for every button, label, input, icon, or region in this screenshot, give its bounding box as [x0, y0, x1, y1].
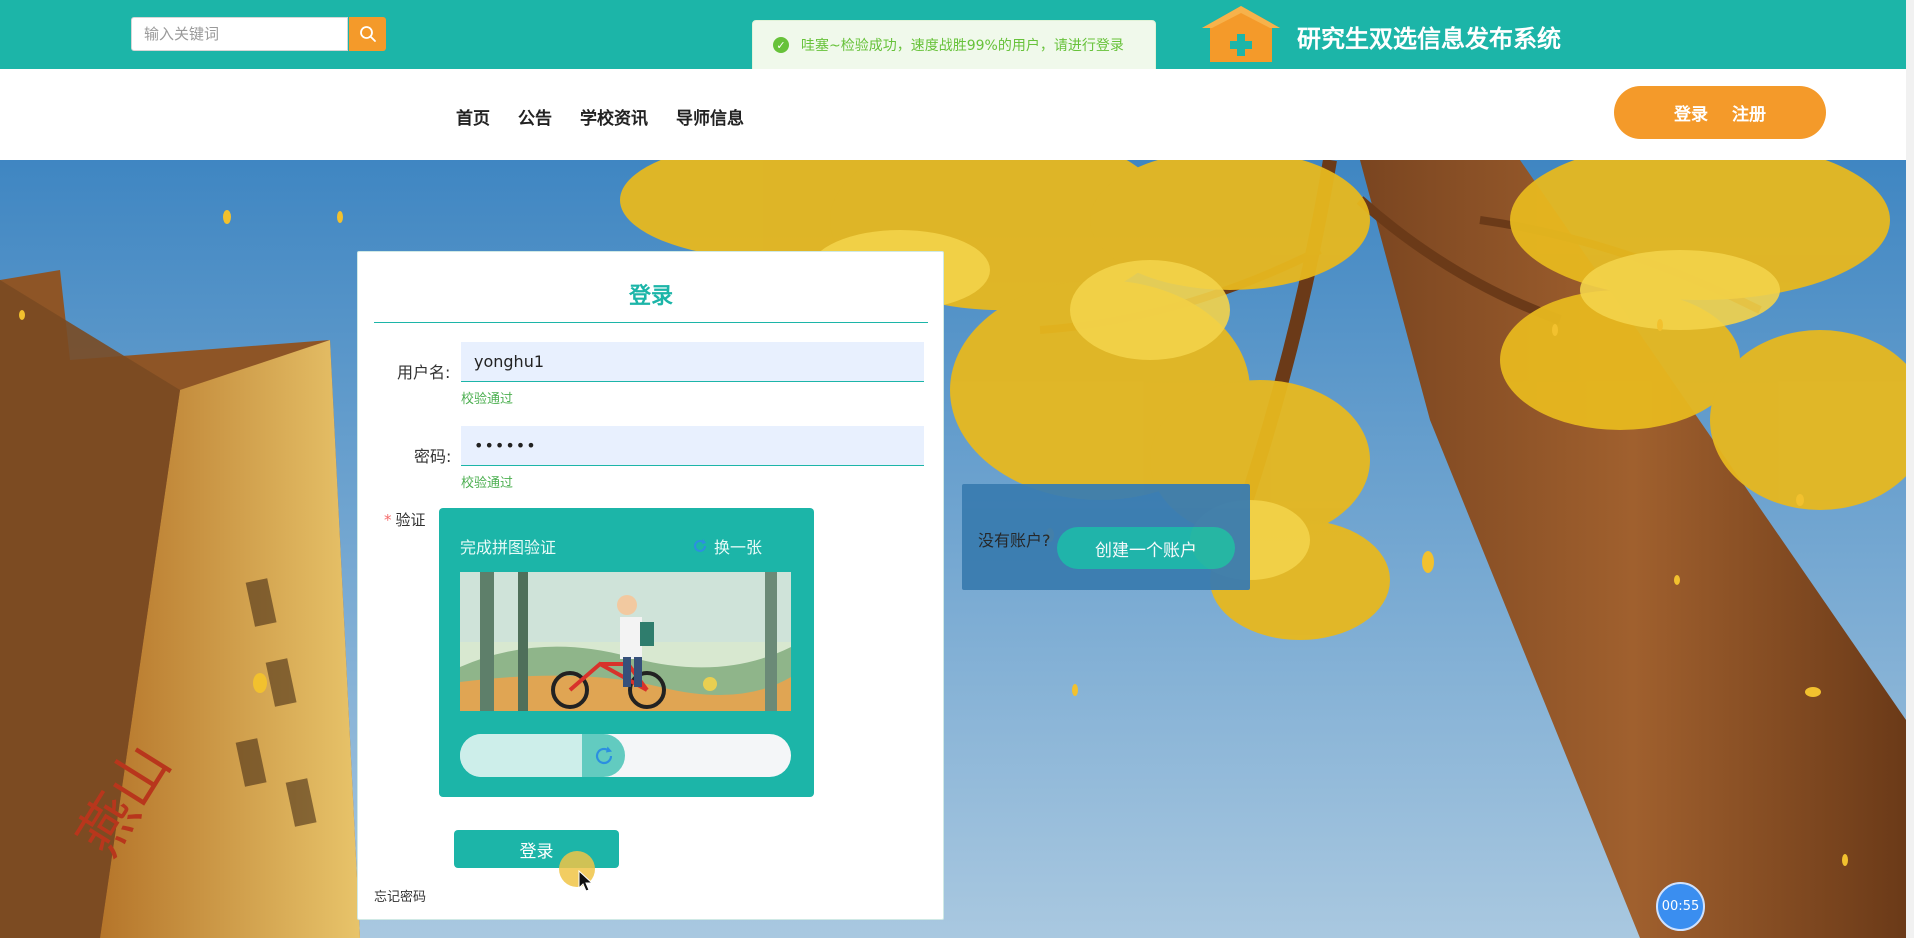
username-input[interactable]	[461, 342, 924, 382]
no-account-text: 没有账户?	[978, 531, 1051, 550]
search-icon	[359, 26, 376, 42]
register-panel: 没有账户? 创建一个账户	[962, 484, 1250, 590]
username-valid-message: 校验通过	[461, 392, 514, 407]
nav-item-school-news[interactable]: 学校资讯	[580, 104, 648, 129]
header-login-button[interactable]: 登录	[1674, 100, 1708, 125]
refresh-icon	[694, 539, 706, 552]
nav-item-tutor-info[interactable]: 导师信息	[676, 104, 744, 129]
background-illustration: 燕山	[0, 160, 1906, 938]
password-valid-message: 校验通过	[461, 476, 514, 491]
captcha-refresh-label: 换一张	[714, 538, 763, 557]
captcha-slider-progress	[460, 734, 582, 777]
toast-message: 哇塞~检验成功，速度战胜99%的用户，请进行登录	[801, 38, 1124, 54]
nav-bar: 首页 公告 学校资讯 导师信息 登录 注册	[0, 69, 1906, 160]
header-register-button[interactable]: 注册	[1732, 100, 1766, 125]
captcha-label: * 验证	[384, 509, 426, 530]
auth-button-group: 登录 注册	[1614, 86, 1826, 139]
search-box	[131, 17, 348, 51]
mouse-pointer-icon	[578, 870, 594, 892]
username-label: 用户名:	[397, 363, 451, 382]
house-plus-logo-icon	[1202, 6, 1280, 62]
captcha-panel: 完成拼图验证 换一张	[439, 508, 814, 797]
search-button[interactable]	[349, 17, 386, 51]
success-toast: ✓ 哇塞~检验成功，速度战胜99%的用户，请进行登录	[752, 20, 1156, 70]
login-card: 登录 用户名: 校验通过 密码: 校验通过 *验证 完成拼图验证 换一张	[357, 251, 944, 920]
password-label: 密码:	[414, 447, 452, 466]
captcha-refresh-button[interactable]: 换一张	[692, 534, 762, 558]
nav-item-announcements[interactable]: 公告	[518, 104, 552, 129]
captcha-slider-track[interactable]	[460, 734, 791, 777]
login-title: 登录	[374, 278, 928, 323]
captcha-label-text: 验证	[395, 511, 426, 529]
forgot-password-link[interactable]: 忘记密码	[374, 886, 426, 905]
search-input[interactable]	[132, 18, 347, 50]
timer-badge: 00:55	[1656, 882, 1705, 931]
refresh-icon	[595, 746, 612, 764]
create-account-button[interactable]: 创建一个账户	[1057, 527, 1235, 569]
captcha-puzzle-image	[460, 572, 791, 711]
password-input[interactable]	[461, 426, 924, 466]
nav-item-home[interactable]: 首页	[456, 104, 490, 129]
nav-links: 首页 公告 学校资讯 导师信息	[456, 104, 744, 129]
required-star: *	[384, 511, 392, 529]
check-circle-icon: ✓	[773, 37, 789, 53]
site-title: 研究生双选信息发布系统	[1297, 25, 1561, 53]
captcha-title: 完成拼图验证	[460, 538, 557, 557]
login-submit-button[interactable]: 登录	[454, 830, 619, 868]
top-bar: ✓ 哇塞~检验成功，速度战胜99%的用户，请进行登录 研究生双选信息发布系统	[0, 0, 1914, 70]
scrollbar[interactable]	[1906, 0, 1914, 938]
captcha-slider-handle[interactable]	[582, 734, 625, 777]
